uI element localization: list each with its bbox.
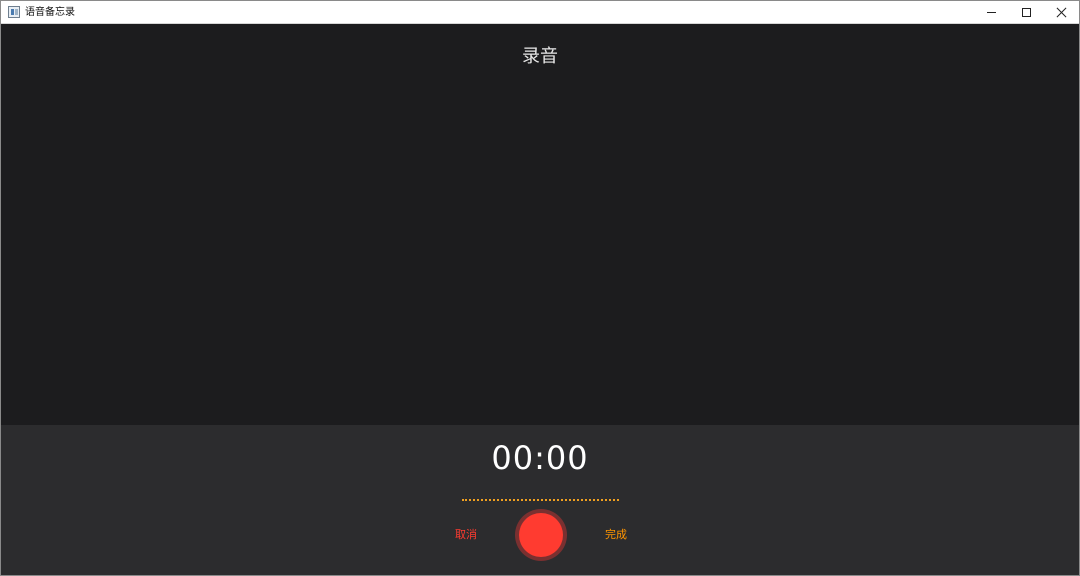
waveform-line <box>462 499 619 501</box>
maximize-button[interactable] <box>1009 1 1044 24</box>
cancel-button[interactable]: 取消 <box>441 526 491 542</box>
record-icon <box>519 513 563 557</box>
done-button[interactable]: 完成 <box>591 526 641 542</box>
recorder-panel: 00:00 取消 完成 <box>1 425 1079 575</box>
app-icon <box>8 6 20 18</box>
recording-timer: 00:00 <box>491 439 589 477</box>
minimize-icon <box>987 12 996 13</box>
record-button[interactable] <box>515 509 567 561</box>
window-title: 语音备忘录 <box>25 6 75 18</box>
page-title: 录音 <box>522 46 558 67</box>
title-bar[interactable]: 语音备忘录 <box>1 1 1079 24</box>
app-window: 语音备忘录 录音 00:00 取消 完成 <box>0 0 1080 576</box>
recording-area: 录音 <box>1 25 1079 425</box>
close-button[interactable] <box>1044 1 1079 24</box>
close-icon <box>1056 7 1067 18</box>
minimize-button[interactable] <box>974 1 1009 24</box>
maximize-icon <box>1022 8 1031 17</box>
window-controls <box>974 1 1079 24</box>
